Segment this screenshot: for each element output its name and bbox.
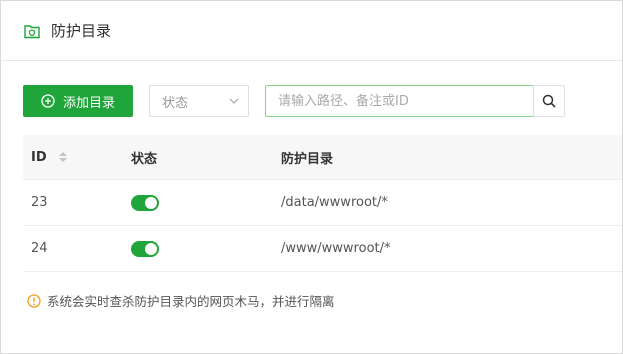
table-row: 23 /data/wwwroot/* xyxy=(23,180,622,226)
status-toggle[interactable] xyxy=(131,240,159,257)
row-id: 24 xyxy=(31,241,48,256)
status-select[interactable]: 状态 xyxy=(149,85,249,117)
sort-icon[interactable] xyxy=(59,152,68,162)
directory-table: ID 状态 防护目录 23 /data/wwwroot/* 24 /www/ww… xyxy=(23,135,622,272)
row-id: 23 xyxy=(31,195,48,210)
table-header: ID 状态 防护目录 xyxy=(23,135,622,180)
row-status xyxy=(131,194,281,211)
add-directory-label: 添加目录 xyxy=(62,95,115,111)
status-toggle[interactable] xyxy=(131,194,159,211)
plus-circle-icon xyxy=(41,94,55,108)
status-select-placeholder: 状态 xyxy=(162,95,189,111)
folder-shield-icon xyxy=(23,22,41,40)
add-directory-button[interactable]: 添加目录 xyxy=(23,85,133,117)
row-status xyxy=(131,240,281,257)
toolbar: 添加目录 状态 xyxy=(23,85,565,117)
column-header-id[interactable]: ID xyxy=(23,150,131,165)
tip-text: 系统会实时查杀防护目录内的网页木马，并进行隔离 xyxy=(47,294,335,309)
page-title: 防护目录 xyxy=(51,22,112,40)
column-header-path: 防护目录 xyxy=(281,151,334,167)
chevron-down-icon xyxy=(229,98,239,104)
column-header-status: 状态 xyxy=(131,151,158,167)
warning-icon xyxy=(27,293,41,308)
panel-header: 防护目录 xyxy=(1,1,622,61)
search-input[interactable] xyxy=(265,85,534,117)
search-icon xyxy=(542,94,556,108)
search-button[interactable] xyxy=(533,85,565,117)
panel: 防护目录 添加目录 状态 ID xyxy=(0,0,623,354)
table-row: 24 /www/wwwroot/* xyxy=(23,226,622,272)
row-path: /data/wwwroot/* xyxy=(281,195,388,210)
row-path: /www/wwwroot/* xyxy=(281,241,391,256)
info-tip: 系统会实时查杀防护目录内的网页木马，并进行隔离 xyxy=(27,291,335,310)
